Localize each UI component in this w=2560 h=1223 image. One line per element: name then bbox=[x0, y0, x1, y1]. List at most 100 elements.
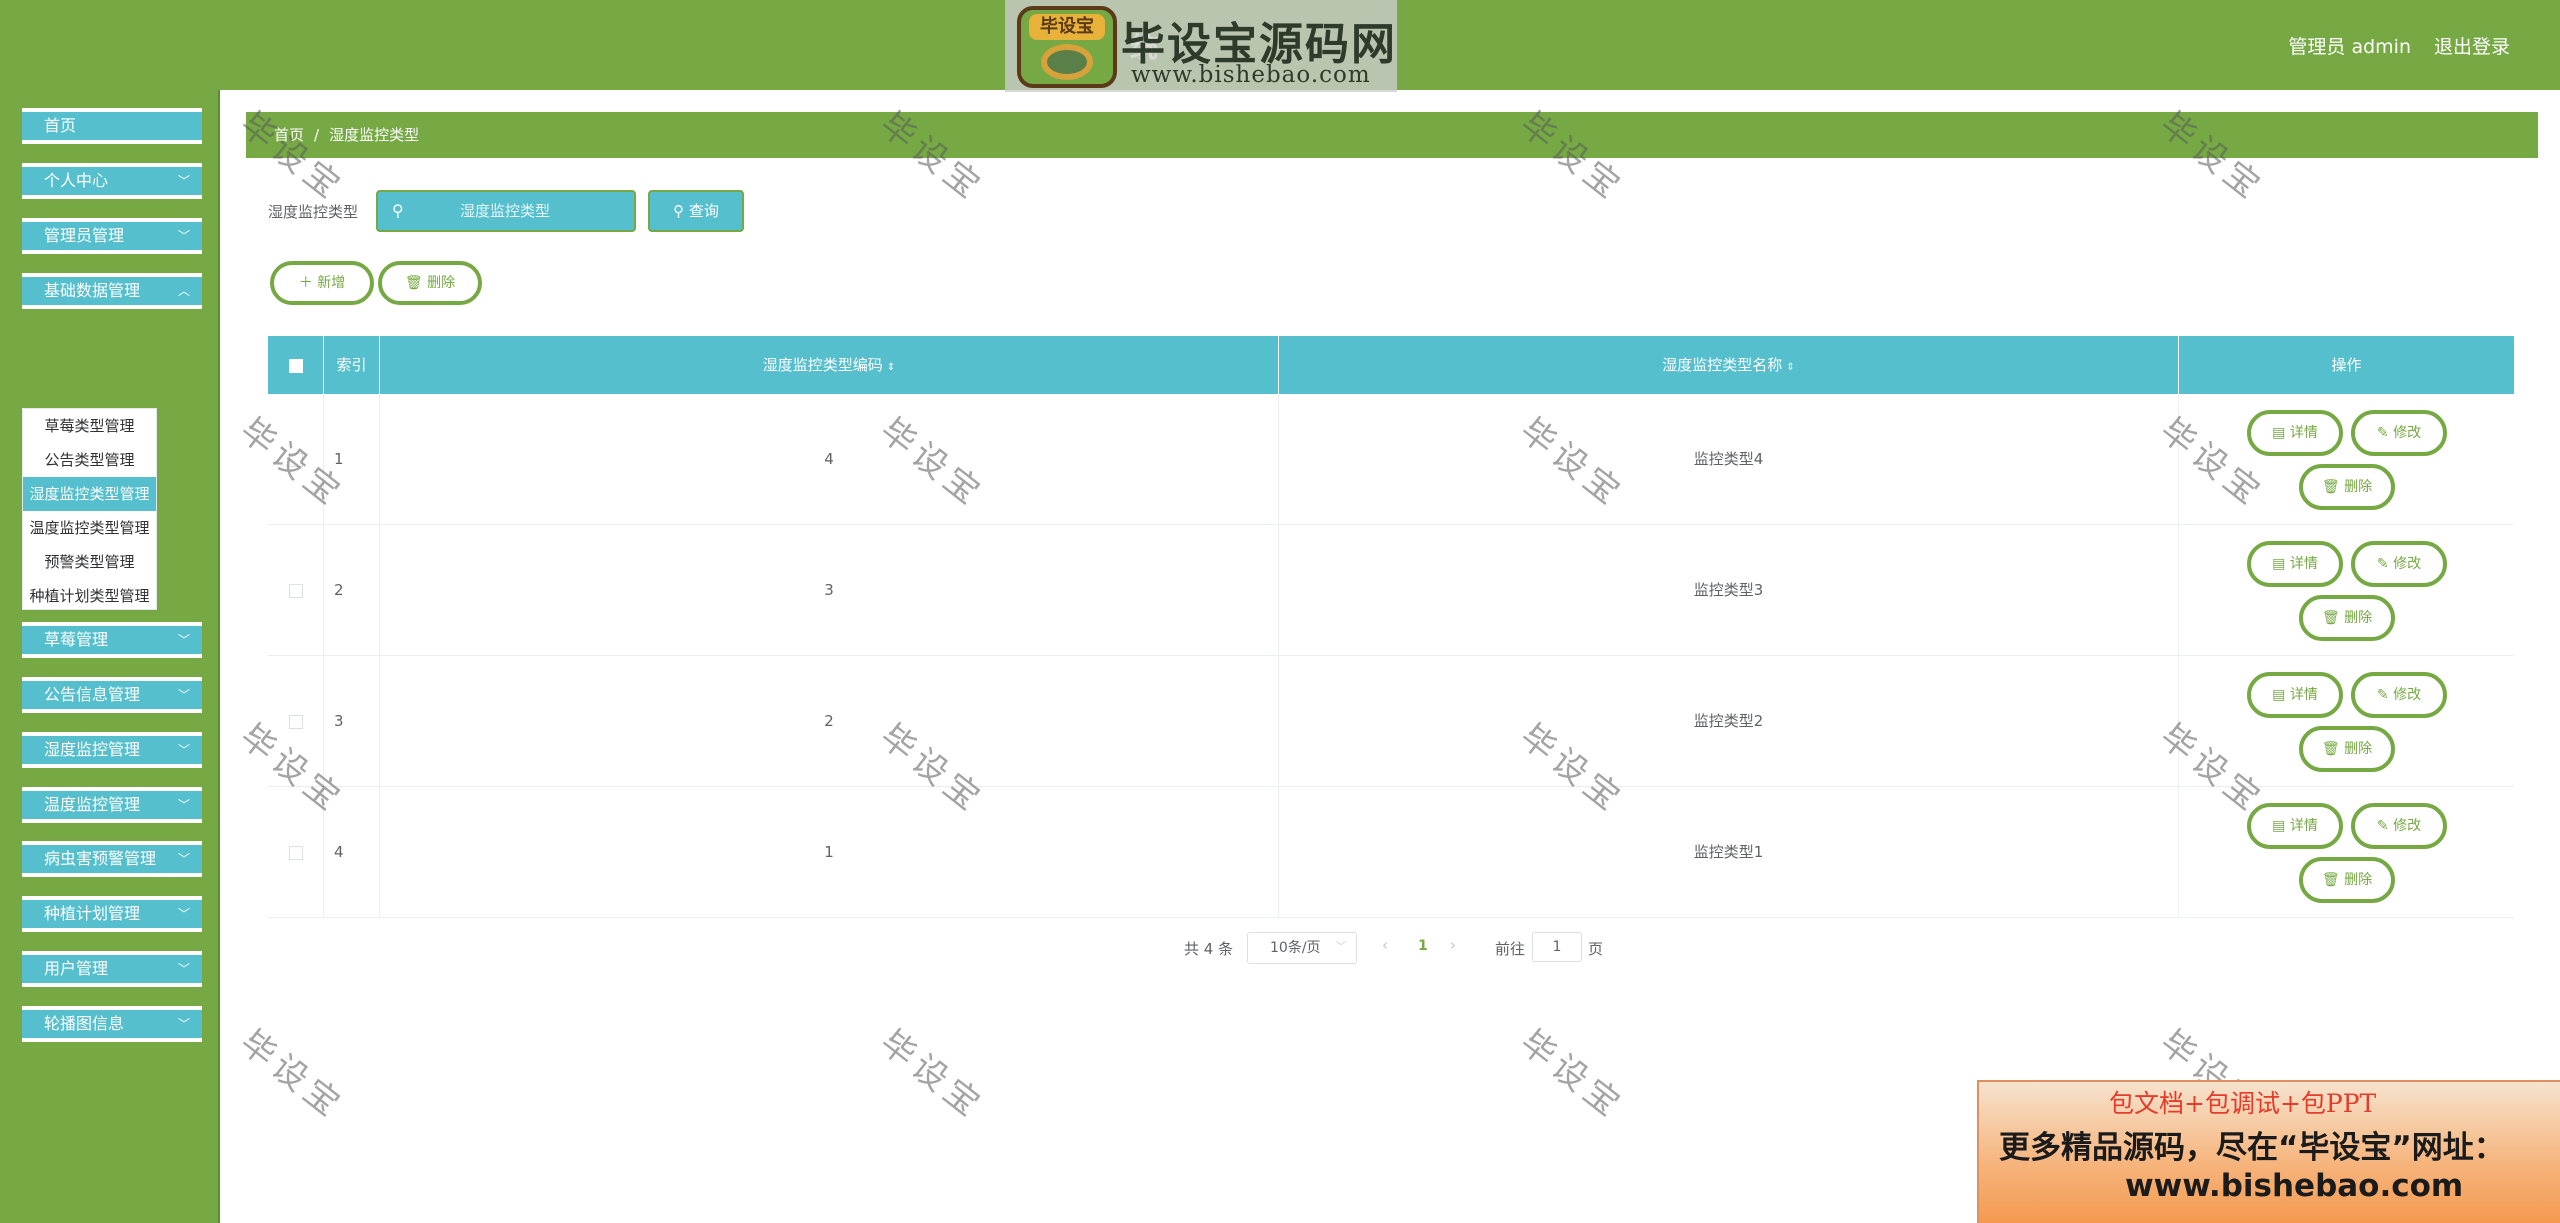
sidebar-item-user-management[interactable]: 用户管理 ﹀ bbox=[22, 951, 202, 987]
sidebar-item-strawberry-management[interactable]: 草莓管理 ﹀ bbox=[22, 622, 202, 658]
pencil-icon: ✎ bbox=[2376, 818, 2389, 834]
document-icon: ▤ bbox=[2272, 818, 2286, 834]
row-index: 3 bbox=[324, 656, 380, 787]
sort-icon[interactable]: ⇕ bbox=[1786, 362, 1794, 373]
edit-button[interactable]: ✎ 修改 bbox=[2351, 803, 2447, 849]
add-button[interactable]: ＋ 新增 bbox=[270, 261, 374, 305]
search-button-label: 查询 bbox=[688, 202, 719, 220]
batch-delete-label: 删除 bbox=[427, 275, 456, 291]
table-row: 2 3 监控类型3 ▤ 详情 ✎ 修改 🗑 删除 bbox=[268, 525, 2514, 656]
edit-button[interactable]: ✎ 修改 bbox=[2351, 672, 2447, 718]
sidebar-item-admin-management[interactable]: 管理员管理 ﹀ bbox=[22, 218, 202, 254]
delete-label: 删除 bbox=[2344, 872, 2373, 888]
sort-icon[interactable]: ⇕ bbox=[887, 362, 895, 373]
submenu-item-temperature-monitor-type[interactable]: 温度监控类型管理 bbox=[23, 511, 156, 545]
breadcrumb-home[interactable]: 首页 bbox=[274, 126, 304, 144]
search-input[interactable]: ⚲ 湿度监控类型 bbox=[376, 190, 636, 232]
prev-page-button[interactable]: ‹ bbox=[1382, 936, 1388, 954]
chevron-up-icon: ︿ bbox=[177, 284, 190, 298]
submenu-item-strawberry-type[interactable]: 草莓类型管理 bbox=[23, 409, 156, 443]
promo-banner: 包文档+包调试+包PPT 更多精品源码，尽在“毕设宝”网址： www.bishe… bbox=[1977, 1080, 2560, 1223]
sidebar-item-humidity-monitor[interactable]: 湿度监控管理 ﹀ bbox=[22, 732, 202, 768]
row-checkbox[interactable] bbox=[288, 845, 303, 860]
delete-row-button[interactable]: 🗑 删除 bbox=[2299, 857, 2395, 903]
detail-button[interactable]: ▤ 详情 bbox=[2247, 541, 2343, 587]
table-row: 1 4 监控类型4 ▤ 详情 ✎ 修改 🗑 删除 bbox=[268, 394, 2514, 525]
row-checkbox-cell bbox=[268, 656, 324, 787]
column-header-name[interactable]: 湿度监控类型名称 ⇕ bbox=[1279, 336, 2179, 394]
row-name: 监控类型1 bbox=[1279, 787, 2179, 918]
select-all-cell bbox=[268, 336, 324, 394]
search-button[interactable]: ⚲ 查询 bbox=[648, 190, 744, 232]
edit-button[interactable]: ✎ 修改 bbox=[2351, 541, 2447, 587]
row-code: 4 bbox=[380, 394, 1279, 525]
search-label: 湿度监控类型 bbox=[268, 203, 359, 221]
chevron-down-icon: ﹀ bbox=[177, 962, 190, 976]
pencil-icon: ✎ bbox=[2376, 425, 2389, 441]
column-header-code[interactable]: 湿度监控类型编码 ⇕ bbox=[380, 336, 1279, 394]
goto-page-input[interactable]: 1 bbox=[1532, 932, 1582, 962]
trash-icon: 🗑 bbox=[2321, 610, 2340, 626]
row-checkbox[interactable] bbox=[288, 714, 303, 729]
trash-icon: 🗑 bbox=[2321, 479, 2340, 495]
submenu-item-planting-plan-type[interactable]: 种植计划类型管理 bbox=[23, 579, 156, 613]
chevron-down-icon: ﹀ bbox=[177, 907, 190, 921]
promo-line-2: 更多精品源码，尽在“毕设宝”网址： bbox=[1999, 1130, 2505, 1166]
page-size-value: 10条/页 bbox=[1270, 940, 1321, 956]
edit-label: 修改 bbox=[2393, 556, 2422, 572]
delete-row-button[interactable]: 🗑 删除 bbox=[2299, 464, 2395, 510]
column-header-index: 索引 bbox=[324, 336, 380, 394]
logout-link[interactable]: 退出登录 bbox=[2434, 32, 2510, 59]
row-checkbox-cell bbox=[268, 787, 324, 918]
sidebar-item-carousel[interactable]: 轮播图信息 ﹀ bbox=[22, 1006, 202, 1042]
logo-badge-text: 毕设宝 bbox=[1029, 14, 1105, 40]
chevron-down-icon: ﹀ bbox=[177, 743, 190, 757]
sidebar-item-notice-management[interactable]: 公告信息管理 ﹀ bbox=[22, 677, 202, 713]
sidebar: 首页 个人中心 ﹀ 管理员管理 ﹀ 基础数据管理 ︿ 草莓类型管理 公告类型管理 湿度… bbox=[0, 90, 220, 1223]
sidebar-item-label: 个人中心 bbox=[44, 171, 109, 190]
sidebar-item-label: 管理员管理 bbox=[44, 226, 125, 245]
sidebar-item-basic-data-management[interactable]: 基础数据管理 ︿ bbox=[22, 273, 202, 309]
submenu-item-notice-type[interactable]: 公告类型管理 bbox=[23, 443, 156, 477]
search-placeholder: 湿度监控类型 bbox=[460, 202, 551, 220]
basic-data-submenu: 草莓类型管理 公告类型管理 湿度监控类型管理 温度监控类型管理 预警类型管理 种… bbox=[22, 408, 157, 610]
detail-button[interactable]: ▤ 详情 bbox=[2247, 803, 2343, 849]
sidebar-item-temperature-monitor[interactable]: 温度监控管理 ﹀ bbox=[22, 787, 202, 823]
row-checkbox[interactable] bbox=[288, 452, 303, 467]
sidebar-item-label: 种植计划管理 bbox=[44, 904, 141, 923]
page-number-current[interactable]: 1 bbox=[1418, 938, 1428, 954]
sidebar-item-planting-plan[interactable]: 种植计划管理 ﹀ bbox=[22, 896, 202, 932]
chevron-down-icon: ﹀ bbox=[177, 798, 190, 812]
delete-row-button[interactable]: 🗑 删除 bbox=[2299, 595, 2395, 641]
row-checkbox[interactable] bbox=[288, 583, 303, 598]
batch-delete-button[interactable]: 🗑 删除 bbox=[378, 261, 482, 305]
promo-url: www.bishebao.com bbox=[2125, 1168, 2464, 1204]
chevron-down-icon: ﹀ bbox=[177, 229, 190, 243]
delete-row-button[interactable]: 🗑 删除 bbox=[2299, 726, 2395, 772]
sidebar-item-home[interactable]: 首页 bbox=[22, 108, 202, 144]
submenu-item-warning-type[interactable]: 预警类型管理 bbox=[23, 545, 156, 579]
table-row: 3 2 监控类型2 ▤ 详情 ✎ 修改 🗑 删除 bbox=[268, 656, 2514, 787]
current-user-label: 管理员 admin bbox=[2288, 36, 2411, 58]
data-table: 索引 湿度监控类型编码 ⇕ 湿度监控类型名称 ⇕ 操作 1 4 监控类型4 ▤ 详情… bbox=[268, 336, 2514, 918]
select-all-checkbox[interactable] bbox=[288, 358, 303, 373]
edit-button[interactable]: ✎ 修改 bbox=[2351, 410, 2447, 456]
detail-label: 详情 bbox=[2289, 425, 2318, 441]
pagination-total: 共 4 条 bbox=[1184, 940, 1234, 958]
search-icon: ⚲ bbox=[673, 202, 685, 220]
chevron-down-icon: ﹀ bbox=[177, 688, 190, 702]
submenu-item-humidity-monitor-type[interactable]: 湿度监控类型管理 bbox=[23, 477, 156, 511]
row-index: 1 bbox=[324, 394, 380, 525]
sidebar-item-personal-center[interactable]: 个人中心 ﹀ bbox=[22, 163, 202, 199]
page-size-select[interactable]: 10条/页 ﹀ bbox=[1247, 932, 1357, 964]
logo-ring-icon bbox=[1041, 44, 1093, 80]
detail-button[interactable]: ▤ 详情 bbox=[2247, 672, 2343, 718]
document-icon: ▤ bbox=[2272, 425, 2286, 441]
row-code: 2 bbox=[380, 656, 1279, 787]
detail-button[interactable]: ▤ 详情 bbox=[2247, 410, 2343, 456]
pagination: 共 4 条 10条/页 ﹀ ‹ 1 › 前往 1 页 bbox=[222, 930, 2560, 970]
trash-icon: 🗑 bbox=[2321, 872, 2340, 888]
goto-label: 前往 bbox=[1495, 940, 1526, 958]
next-page-button[interactable]: › bbox=[1450, 936, 1456, 954]
sidebar-item-pest-warning[interactable]: 病虫害预警管理 ﹀ bbox=[22, 841, 202, 877]
